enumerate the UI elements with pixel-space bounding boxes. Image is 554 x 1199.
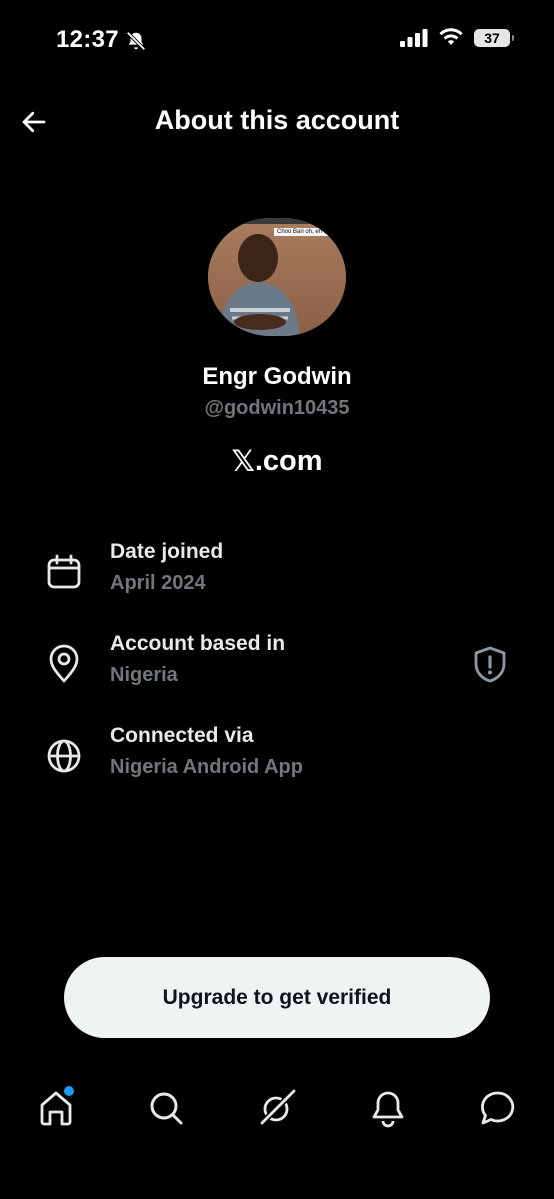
info-row-account-based-in: Account based in Nigeria [0, 632, 554, 694]
calendar-icon [47, 554, 81, 589]
status-bar: 12:37 37 [0, 0, 554, 80]
info-value: Nigeria [110, 664, 178, 686]
nav-messages[interactable] [476, 1086, 520, 1130]
x-logo: 𝕏 [231, 446, 255, 478]
messages-icon [481, 1091, 515, 1125]
search-icon [150, 1092, 183, 1125]
username: @godwin10435 [204, 397, 350, 419]
upgrade-button[interactable]: Upgrade to get verified [64, 957, 490, 1038]
nav-home[interactable] [34, 1086, 78, 1130]
wifi-icon [439, 28, 463, 45]
info-row-connected-via: Connected via Nigeria Android App [0, 724, 554, 786]
nav-notifications[interactable] [366, 1086, 410, 1130]
avatar[interactable]: Choo Bari oh, eh na sira [208, 218, 346, 336]
info-label: Account based in [110, 632, 286, 655]
location-pin-icon [49, 644, 79, 683]
site-label: 𝕏 .com [0, 444, 554, 479]
new-content-dot [64, 1086, 74, 1096]
bell-slash-icon [126, 31, 146, 51]
page-title: About this account [154, 105, 400, 135]
globe-icon [47, 739, 81, 773]
info-row-date-joined: Date joined April 2024 [0, 540, 554, 602]
info-value: Nigeria Android App [110, 756, 303, 778]
nav-search[interactable] [144, 1086, 188, 1130]
display-name: Engr Godwin [202, 363, 352, 390]
bottom-nav [0, 1080, 554, 1140]
avatar-caption: Choo Bari oh, eh na sira [274, 228, 345, 236]
status-time: 12:37 [56, 26, 119, 53]
shield-alert-icon[interactable] [468, 642, 512, 686]
info-label: Connected via [110, 724, 254, 747]
info-value: April 2024 [110, 572, 206, 594]
grok-icon [258, 1089, 296, 1127]
nav-grok[interactable] [255, 1086, 299, 1130]
info-label: Date joined [110, 540, 224, 563]
battery-icon: 37 [474, 28, 514, 47]
notifications-icon [372, 1091, 404, 1128]
cellular-signal-icon [400, 28, 428, 47]
site-suffix: .com [254, 445, 323, 477]
